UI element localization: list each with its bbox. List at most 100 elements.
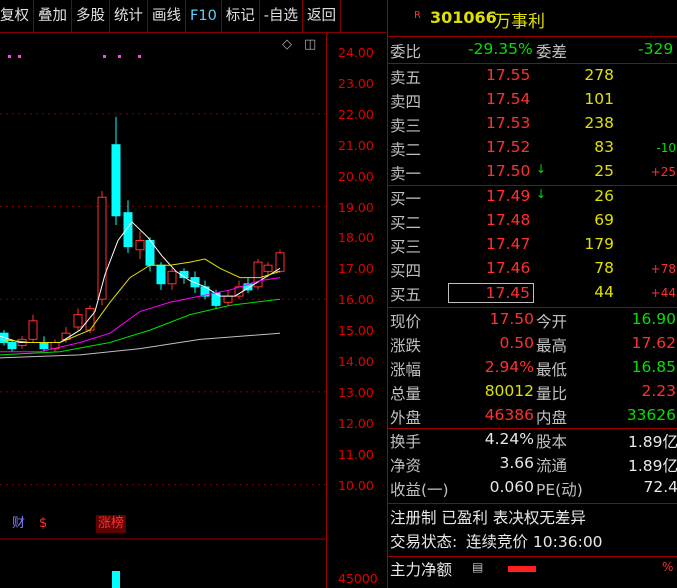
book-price: 17.54 — [486, 90, 531, 108]
toolbar-button-4[interactable]: 画线 — [148, 0, 186, 33]
list-icon[interactable]: ▤ — [472, 560, 483, 574]
price-tick: 13.00 — [338, 384, 374, 400]
chart-toolbar: 复权 叠加 多股 统计 画线 F10 标记 -自选 返回 — [0, 0, 386, 33]
toolbar-button-6[interactable]: 标记 — [222, 0, 260, 33]
stat-value: 17.50 — [489, 310, 534, 328]
book-change: +44 — [650, 286, 676, 300]
toolbar-button-3[interactable]: 统计 — [110, 0, 148, 33]
weicha-label: 委差 — [536, 43, 568, 61]
stat-row: 外盘 46386 内盘 33626 — [388, 406, 677, 430]
price-tick: 24.00 — [338, 45, 374, 60]
book-price: 17.46 — [486, 259, 531, 277]
book-volume: 44 — [594, 283, 614, 301]
kline-chart[interactable] — [0, 34, 386, 588]
main-flow-bar — [508, 566, 536, 572]
candle-body — [73, 314, 83, 328]
dollar-marker[interactable]: $ — [39, 515, 47, 533]
book-row[interactable]: 卖四 17.54 101 — [388, 90, 677, 114]
book-price: 17.52 — [486, 138, 531, 156]
stat-value: 33626 — [626, 406, 676, 424]
stat-row: 现价 17.50 今开 16.90 — [388, 310, 677, 334]
candle-body — [39, 341, 49, 350]
candle-body — [167, 270, 177, 285]
stat-value: 0.50 — [499, 334, 534, 352]
status-label: 交易状态: — [390, 533, 458, 551]
stat-label: 总量 — [390, 385, 422, 403]
price-tick: 21.00 — [338, 137, 374, 153]
limit-list-marker[interactable]: 涨榜 — [96, 515, 127, 533]
toolbar-button-7[interactable]: -自选 — [260, 0, 304, 33]
book-volume: 69 — [594, 211, 614, 229]
quote-panel: R 301066 万事利 委比 -29.35% 委差 -329 卖五 17.55 2… — [387, 0, 677, 588]
finance-value: 72.4 — [643, 478, 677, 496]
stock-header: R 301066 万事利 — [388, 8, 677, 32]
book-level-label: 买四 — [390, 262, 422, 280]
book-level-label: 卖一 — [390, 165, 422, 183]
main-flow-row[interactable]: 主力净额 ▤ % — [388, 558, 677, 582]
book-level-label: 买五 — [390, 286, 422, 304]
book-row[interactable]: 卖三 17.53 238 — [388, 114, 677, 138]
candle-body — [135, 239, 145, 251]
finance-value: 1.89亿 — [627, 457, 677, 475]
stat-label: 涨跌 — [390, 337, 422, 355]
toolbar-button-5[interactable]: F10 — [186, 0, 222, 33]
finance-row: 换手 4.24% 股本 1.89亿 — [388, 430, 677, 454]
stat-label: 涨幅 — [390, 361, 422, 379]
toolbar-button-8[interactable]: 返回 — [303, 0, 342, 33]
candle-body — [7, 341, 17, 350]
book-row[interactable]: 买一 17.49 ↓ 26 — [388, 187, 677, 211]
stat-label: 现价 — [390, 313, 422, 331]
book-price: 17.53 — [486, 114, 531, 132]
book-level-label: 卖五 — [390, 69, 422, 87]
toolbar-button-1[interactable]: 叠加 — [34, 0, 72, 33]
stat-value: 80012 — [484, 382, 534, 400]
book-row[interactable]: 买二 17.48 69 — [388, 211, 677, 235]
toggle-panel-icon[interactable]: ◫ — [304, 37, 316, 52]
volume-tick: 45000 — [338, 571, 378, 586]
diamond-icon[interactable]: ◇ — [282, 37, 292, 52]
finance-label: PE(动) — [536, 481, 583, 499]
finance-row: 收益(一) 0.060 PE(动) 72.4 — [388, 478, 677, 502]
divider — [388, 503, 677, 504]
toolbar-button-2[interactable]: 多股 — [72, 0, 110, 33]
tags-row: 注册制 已盈利 表决权无差异 — [388, 506, 677, 530]
weicha-value: -329 — [638, 40, 674, 58]
ma10-line — [0, 258, 281, 343]
candle-body — [223, 295, 233, 303]
book-price: 17.47 — [486, 235, 531, 253]
finance-label: 股本 — [536, 433, 568, 451]
weibi-value: -29.35% — [468, 40, 533, 58]
book-row[interactable]: 买三 17.47 179 — [388, 235, 677, 259]
price-tick: 16.00 — [338, 292, 374, 308]
finance-marker[interactable]: 财 — [12, 515, 25, 533]
book-price: 17.49 — [486, 187, 531, 205]
r-badge: R — [414, 10, 421, 21]
toolbar-button-0[interactable]: 复权 — [0, 0, 34, 33]
divider — [388, 63, 677, 64]
signal-dot — [118, 55, 121, 58]
volume-bar — [112, 571, 120, 588]
book-volume: 278 — [584, 66, 614, 84]
stock-tags: 注册制 已盈利 表决权无差异 — [390, 509, 586, 527]
weibi-label: 委比 — [390, 43, 422, 61]
kline-svg[interactable] — [0, 34, 386, 588]
book-row[interactable]: 买四 17.46 78 +78 — [388, 259, 677, 283]
candle-body — [111, 144, 121, 217]
book-price: 17.48 — [486, 211, 531, 229]
price-tick: 14.00 — [338, 354, 374, 369]
status-row: 交易状态: 连续竞价 10:36:00 — [388, 530, 677, 554]
price-tick: 22.00 — [338, 106, 374, 122]
stat-label: 最高 — [536, 337, 568, 355]
book-volume: 179 — [584, 235, 614, 253]
book-row[interactable]: 卖一 17.50 ↓ 25 +25 — [388, 162, 677, 186]
book-change: +78 — [650, 262, 676, 276]
price-tick: 20.00 — [338, 168, 374, 184]
book-volume: 25 — [594, 162, 614, 180]
divider — [388, 556, 677, 557]
book-volume: 238 — [584, 114, 614, 132]
stat-row: 总量 80012 量比 2.23 — [388, 382, 677, 406]
divider — [388, 428, 677, 429]
book-row[interactable]: 卖二 17.52 83 -10 — [388, 138, 677, 162]
book-row[interactable]: 买五 17.45 44 +44 — [388, 283, 677, 307]
book-row[interactable]: 卖五 17.55 278 — [388, 66, 677, 90]
